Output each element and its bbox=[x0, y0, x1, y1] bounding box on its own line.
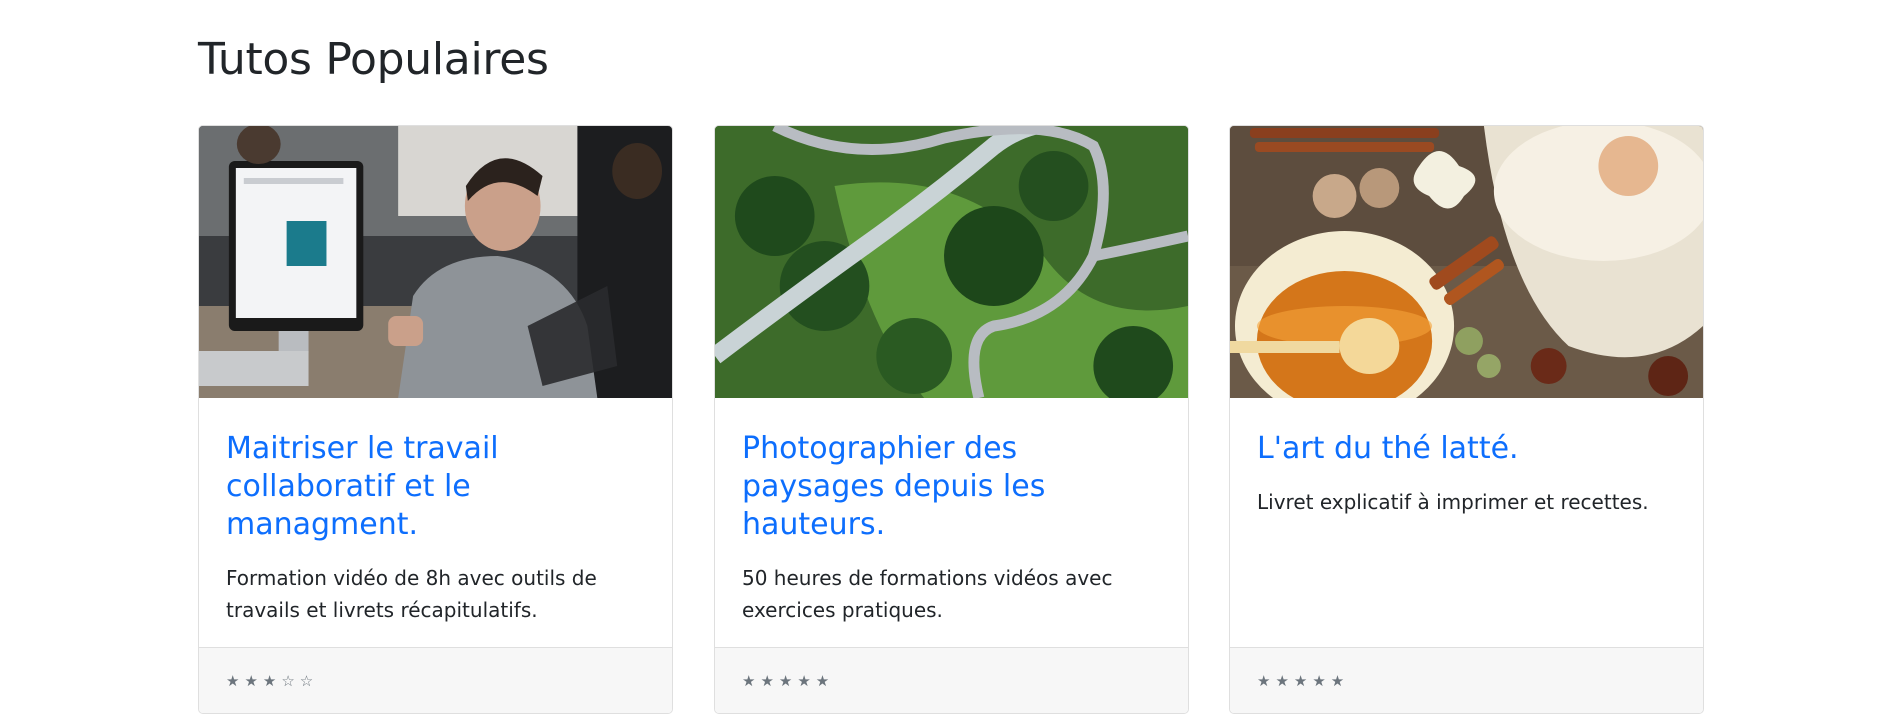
card-image-landscape[interactable] bbox=[715, 126, 1188, 398]
office-coworking-photo bbox=[199, 126, 672, 398]
card-description: Formation vidéo de 8h avec outils de tra… bbox=[226, 566, 597, 622]
tutorial-card-collaboration[interactable]: Maitriser le travail collaboratif et le … bbox=[198, 125, 673, 714]
aerial-landscape-photo bbox=[715, 126, 1188, 398]
card-description: 50 heures de formations vidéos avec exer… bbox=[742, 566, 1113, 622]
card-image-office[interactable] bbox=[199, 126, 672, 398]
card-footer: ★★★★★ bbox=[1230, 647, 1703, 713]
card-title-link[interactable]: Maitriser le travail collaboratif et le … bbox=[226, 430, 645, 544]
tutorial-card-landscape[interactable]: Photographier des paysages depuis les ha… bbox=[714, 125, 1189, 714]
card-footer: ★★★★★ bbox=[715, 647, 1188, 713]
card-title-link[interactable]: Photographier des paysages depuis les ha… bbox=[742, 430, 1161, 544]
card-image-latte[interactable] bbox=[1230, 126, 1703, 398]
card-description: Livret explicatif à imprimer et recettes… bbox=[1257, 490, 1649, 514]
card-title-link[interactable]: L'art du thé latté. bbox=[1257, 430, 1676, 468]
chai-latte-photo bbox=[1230, 126, 1703, 398]
rating-stars: ★★★★★ bbox=[742, 671, 835, 690]
rating-stars: ★★★☆☆ bbox=[226, 671, 319, 690]
section-title: Tutos Populaires bbox=[198, 34, 549, 85]
card-body: L'art du thé latté. Livret explicatif à … bbox=[1230, 398, 1703, 647]
rating-stars: ★★★★★ bbox=[1257, 671, 1350, 690]
card-footer: ★★★☆☆ bbox=[199, 647, 672, 713]
tutorial-card-chai-latte[interactable]: L'art du thé latté. Livret explicatif à … bbox=[1229, 125, 1704, 714]
card-body: Maitriser le travail collaboratif et le … bbox=[199, 398, 672, 647]
card-body: Photographier des paysages depuis les ha… bbox=[715, 398, 1188, 647]
popular-tutorials-section: Tutos Populaires Maitriser le travail co… bbox=[198, 0, 1704, 727]
